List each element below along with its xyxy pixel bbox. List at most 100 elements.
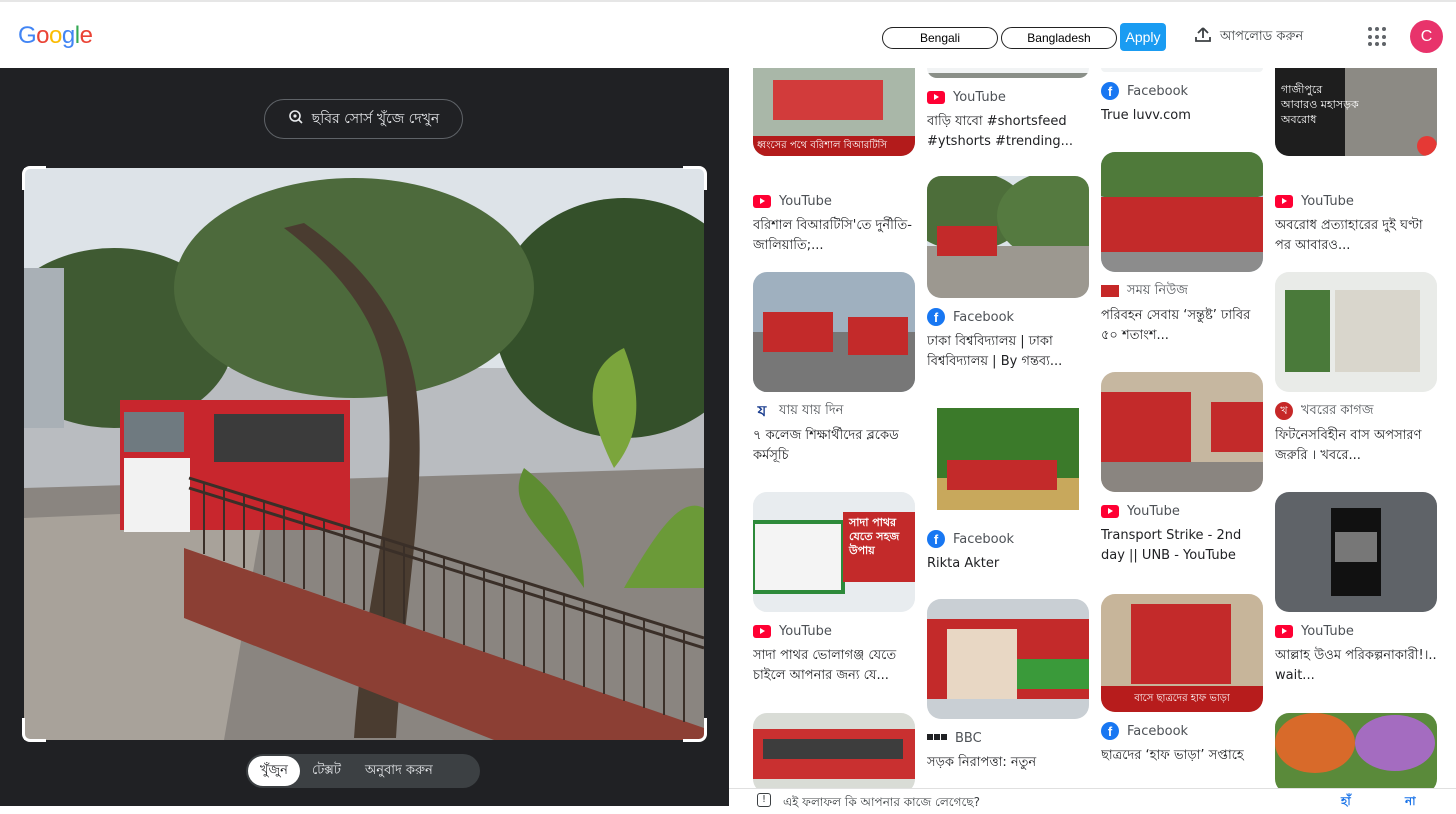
result-thumbnail[interactable]: [927, 398, 1089, 520]
result-thumbnail[interactable]: [1275, 272, 1437, 392]
upload-button[interactable]: আপলোড করুন: [1194, 26, 1303, 48]
crop-handle-bottom-left[interactable]: [22, 718, 46, 742]
result-thumbnail[interactable]: [1275, 713, 1437, 793]
crop-handle-bottom-right[interactable]: [683, 718, 707, 742]
bbc-icon: [927, 734, 947, 742]
result-thumbnail[interactable]: [1101, 372, 1263, 492]
result-source: BBC: [955, 730, 982, 746]
thumbnail-caption: ধ্বংসের পথে বরিশাল বিআরটিসি: [757, 140, 888, 151]
image-preview-panel: ছবির সোর্স খুঁজে দেখুন খুঁজুন টেক্সট অনু…: [0, 68, 729, 806]
result-card[interactable]: খ খবরের কাগজ ফিটনেসবিহীন বাস অপসারণ জরুরি…: [1275, 272, 1437, 466]
result-source: Facebook: [1127, 723, 1189, 739]
apps-grid-icon[interactable]: [1368, 27, 1388, 47]
result-title[interactable]: ৭ কলেজ শিক্ষার্থীদের ব্লকেড কর্মসূচি: [753, 426, 915, 466]
result-thumbnail[interactable]: [1101, 152, 1263, 272]
find-image-source-label: ছবির সোর্স খুঁজে দেখুন: [311, 111, 440, 127]
result-source: খবরের কাগজ: [1301, 402, 1374, 418]
result-source: YouTube: [1301, 193, 1354, 209]
facebook-icon: f: [927, 530, 945, 548]
result-thumbnail[interactable]: [1275, 492, 1437, 612]
feedback-yes-button[interactable]: হাঁ: [1341, 793, 1351, 813]
result-card[interactable]: সময় নিউজ পরিবহন সেবায় ‘সন্তুষ্ট’ ঢাবির…: [1101, 152, 1263, 346]
result-title[interactable]: ঢাকা বিশ্ববিদ্যালয় | ঢাকা বিশ্ববিদ্যালয…: [927, 332, 1089, 372]
result-card[interactable]: YouTube আল্লাহ উওম পরিকল্পনাকারী!।.. wai…: [1275, 492, 1437, 686]
result-card[interactable]: YouTube বাড়ি যাবো #shortsfeed #ytshorts…: [927, 68, 1089, 152]
khoborer-kagoj-icon: খ: [1275, 402, 1293, 420]
result-card[interactable]: YouTube Transport Strike - 2nd day || UN…: [1101, 372, 1263, 566]
tab-search[interactable]: খুঁজুন: [248, 756, 300, 786]
find-image-source-button[interactable]: ছবির সোর্স খুঁজে দেখুন: [264, 99, 463, 139]
account-avatar[interactable]: C: [1410, 20, 1443, 53]
feedback-bar: ! এই ফলাফল কি আপনার কাজে লেগেছে? হাঁ না: [729, 788, 1456, 809]
result-thumbnail[interactable]: সাদা পাথর যেতে সহজ উপায়: [753, 492, 915, 612]
youtube-icon: [927, 90, 945, 104]
tab-translate[interactable]: অনুবাদ করুন: [353, 756, 445, 786]
crop-handle-top-left[interactable]: [22, 166, 46, 190]
result-thumbnail[interactable]: গাজীপুরে আবারও মহাসড়ক অবরোধ: [1275, 68, 1437, 156]
tab-text[interactable]: টেক্সট: [300, 756, 353, 786]
result-title[interactable]: ফিটনেসবিহীন বাস অপসারণ জরুরি । খবরে...: [1275, 426, 1437, 466]
result-thumbnail[interactable]: [927, 599, 1089, 719]
feedback-no-button[interactable]: না: [1405, 793, 1416, 813]
result-card[interactable]: f Facebook ঢাকা বিশ্ববিদ্যালয় | ঢাকা বিশ…: [927, 176, 1089, 372]
result-source: Facebook: [953, 531, 1015, 547]
result-thumbnail[interactable]: ধ্বংসের পথে বরিশাল বিআরটিসি: [753, 68, 915, 156]
feedback-icon: !: [757, 793, 771, 807]
top-bar: Google Bengali Bangladesh Apply আপলোড কর…: [0, 0, 1456, 68]
result-source: YouTube: [779, 623, 832, 639]
result-source: YouTube: [1127, 503, 1180, 519]
result-card[interactable]: সাদা পাথর যেতে সহজ উপায় YouTube সাদা পা…: [753, 492, 915, 686]
result-title[interactable]: পরিবহন সেবায় ‘সন্তুষ্ট’ ঢাবির ৫০ শতাংশ.…: [1101, 306, 1263, 346]
upload-label: আপলোড করুন: [1220, 28, 1304, 44]
result-title[interactable]: Rikta Akter: [927, 554, 1089, 574]
result-title[interactable]: ছাত্রদের ‘হাফ ভাড়া’ সপ্তাহে: [1101, 746, 1263, 766]
mode-tabs: খুঁজুন টেক্সট অনুবাদ করুন: [246, 754, 480, 788]
language-input[interactable]: Bengali: [882, 27, 998, 49]
crop-handle-top-right[interactable]: [683, 166, 707, 190]
result-source: YouTube: [953, 89, 1006, 105]
facebook-icon: f: [1101, 722, 1119, 740]
result-card[interactable]: য যায় যায় দিন ৭ কলেজ শিক্ষার্থীদের ব্লক…: [753, 272, 915, 466]
result-card[interactable]: [753, 713, 915, 793]
somoy-news-icon: [1101, 285, 1119, 297]
result-card[interactable]: YouTube বরিশাল বিআরটিসি'তে দুর্নীতি-জালি…: [753, 182, 915, 256]
facebook-icon: f: [1101, 82, 1119, 100]
region-input[interactable]: Bangladesh: [1001, 27, 1117, 49]
upload-icon: [1194, 26, 1212, 48]
youtube-icon: [1275, 194, 1293, 208]
result-thumbnail[interactable]: [927, 176, 1089, 298]
youtube-icon: [753, 624, 771, 638]
result-title[interactable]: বাড়ি যাবো #shortsfeed #ytshorts #trendi…: [927, 112, 1089, 152]
apply-button[interactable]: Apply: [1120, 23, 1166, 51]
result-source: Facebook: [1127, 83, 1189, 99]
result-thumbnail[interactable]: [927, 68, 1089, 78]
result-card[interactable]: ধ্বংসের পথে বরিশাল বিআরটিসি: [753, 68, 915, 156]
google-logo[interactable]: Google: [18, 22, 93, 50]
result-title[interactable]: সাদা পাথর ভোলাগঞ্জ যেতে চাইলে আপনার জন্য…: [753, 646, 915, 686]
result-thumbnail[interactable]: বাসে ছাত্রদের হাফ ভাড়া: [1101, 594, 1263, 712]
result-source: সময় নিউজ: [1127, 282, 1188, 298]
result-card[interactable]: BBC সড়ক নিরাপত্তা: নতুন: [927, 599, 1089, 773]
result-card[interactable]: f Facebook True luvv.com: [1101, 68, 1263, 126]
thumbnail-caption: বাসে ছাত্রদের হাফ ভাড়া: [1134, 693, 1230, 704]
result-card[interactable]: YouTube অবরোধ প্রত্যাহারের দুই ঘণ্টা পর …: [1275, 182, 1437, 256]
result-card[interactable]: বাসে ছাত্রদের হাফ ভাড়া f Facebook ছাত্রদ…: [1101, 594, 1263, 766]
result-title[interactable]: সড়ক নিরাপত্তা: নতুন: [927, 753, 1089, 773]
result-source: Facebook: [953, 309, 1015, 325]
result-card[interactable]: f Facebook Rikta Akter: [927, 398, 1089, 574]
youtube-icon: [1275, 624, 1293, 638]
result-title[interactable]: Transport Strike - 2nd day || UNB - YouT…: [1101, 526, 1263, 566]
result-title[interactable]: বরিশাল বিআরটিসি'তে দুর্নীতি-জালিয়াতি;..…: [753, 216, 915, 256]
visual-matches-grid: ধ্বংসের পথে বরিশাল বিআরটিসি YouTube বরিশ…: [729, 68, 1456, 806]
youtube-icon: [753, 194, 771, 208]
result-title[interactable]: True luvv.com: [1101, 106, 1263, 126]
result-thumbnail[interactable]: [753, 713, 915, 793]
thumbnail-caption: গাজীপুরে আবারও মহাসড়ক অবরোধ: [1281, 83, 1359, 126]
result-thumbnail[interactable]: [753, 272, 915, 392]
feedback-question: এই ফলাফল কি আপনার কাজে লেগেছে?: [783, 795, 980, 809]
result-thumbnail[interactable]: [1101, 68, 1263, 72]
result-card[interactable]: [1275, 713, 1437, 793]
result-title[interactable]: আল্লাহ উওম পরিকল্পনাকারী!।.. wait...: [1275, 646, 1437, 686]
result-title[interactable]: অবরোধ প্রত্যাহারের দুই ঘণ্টা পর আবারও...: [1275, 216, 1437, 256]
result-card[interactable]: গাজীপুরে আবারও মহাসড়ক অবরোধ: [1275, 68, 1437, 156]
